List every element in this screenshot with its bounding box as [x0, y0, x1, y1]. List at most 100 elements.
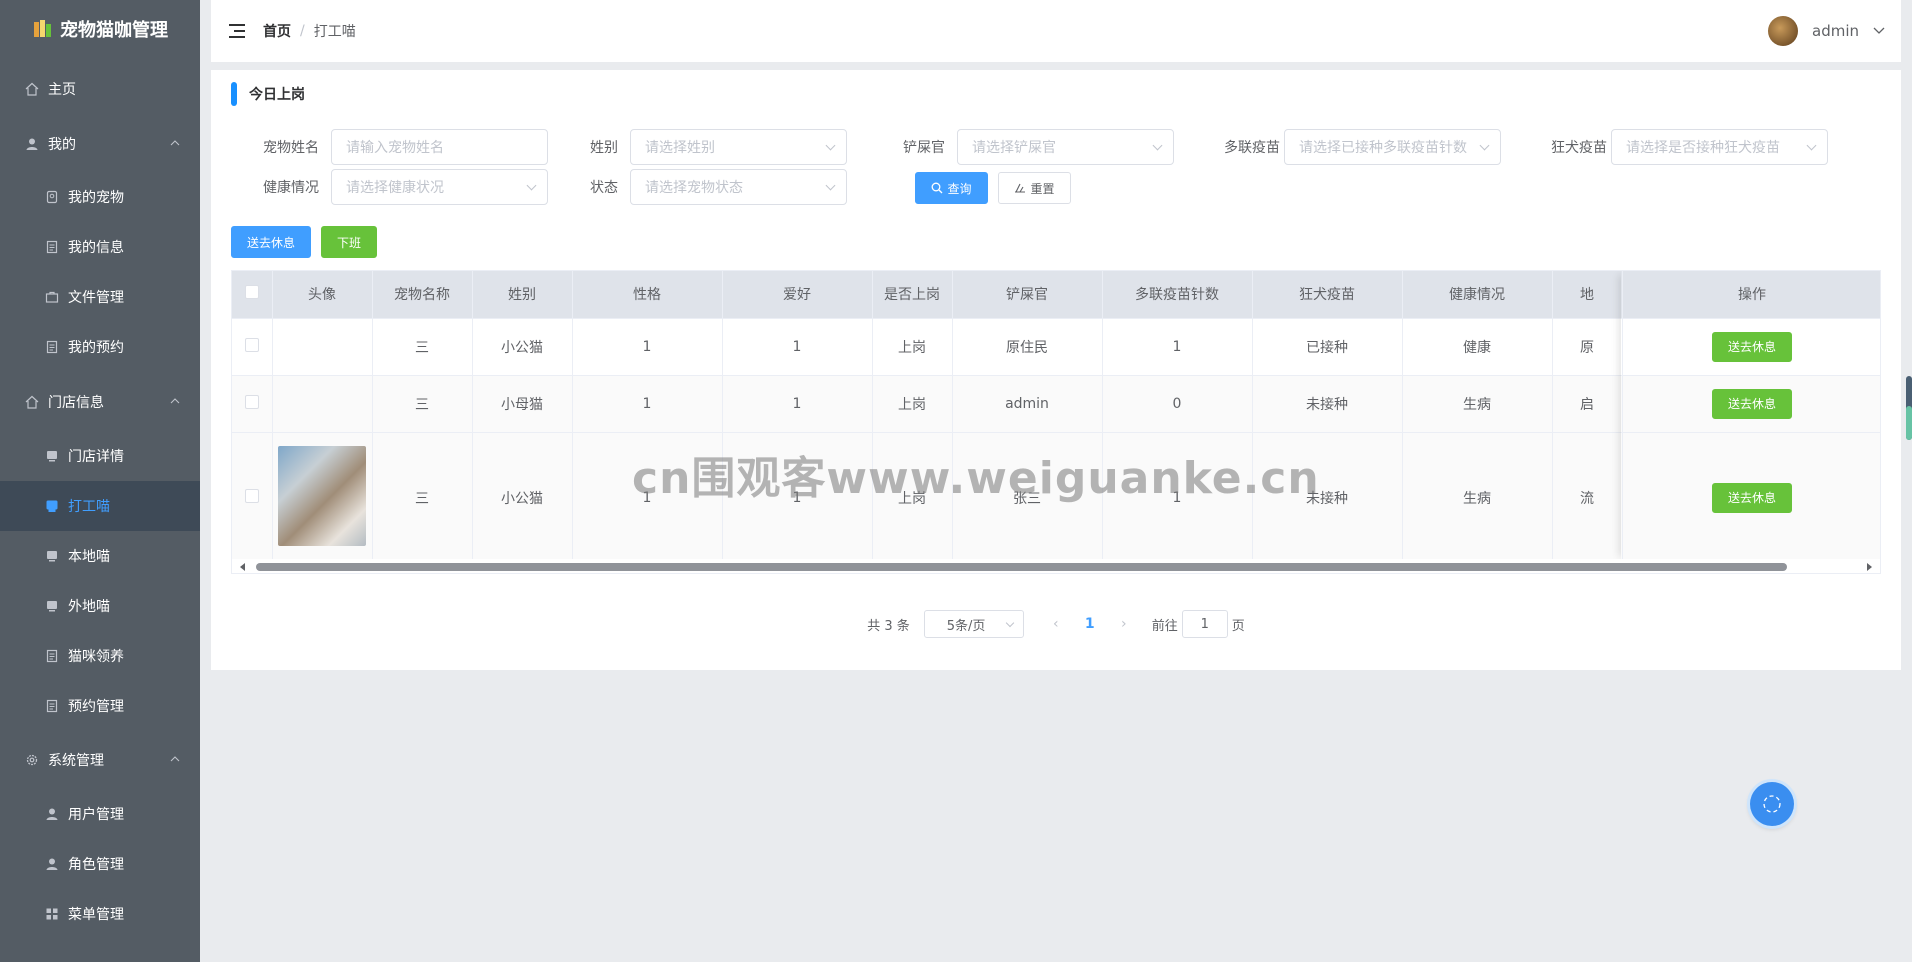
column-header: 健康情况 — [1402, 271, 1553, 319]
sidebar-item[interactable]: 菜单管理 — [0, 889, 200, 939]
cell-personality: 1 — [572, 318, 723, 376]
cell-rabies: 未接种 — [1252, 375, 1403, 433]
scroll-left-icon[interactable] — [240, 563, 245, 571]
query-button[interactable]: 查询 — [915, 172, 988, 204]
pet-name-input[interactable]: 请输入宠物姓名 — [331, 129, 548, 165]
avatar-cell — [272, 432, 373, 564]
owner-select[interactable]: 请选择铲屎官 — [957, 129, 1174, 165]
cell-gender: 小母猫 — [472, 375, 573, 433]
column-header: 姓别 — [472, 271, 573, 319]
goto-input[interactable]: 1 — [1181, 610, 1228, 638]
sidebar-item[interactable]: 打工喵 — [0, 481, 200, 531]
chevron-down-icon[interactable] — [1873, 23, 1885, 39]
reset-icon — [1015, 183, 1026, 193]
data-table: 头像 宠物名称 姓别 性格 爱好 是否上岗 铲屎官 多联疫苗针数 狂犬疫苗 健康情况地操作 三小公… — [231, 270, 1881, 574]
filter-gender: 姓别 请选择姓别 — [570, 129, 847, 165]
page-scrollbar[interactable] — [1906, 376, 1912, 440]
avatar[interactable] — [1768, 16, 1798, 46]
gender-select[interactable]: 请选择姓别 — [630, 129, 847, 165]
home-icon — [24, 394, 40, 410]
cell-on_duty: 上岗 — [872, 375, 953, 433]
multi-vaccine-select[interactable]: 请选择已接种多联疫苗针数 — [1284, 129, 1501, 165]
reset-button[interactable]: 重置 — [998, 172, 1071, 204]
briefcase-icon — [44, 289, 60, 305]
page-number[interactable]: 1 — [1070, 616, 1110, 632]
rabies-select[interactable]: 请选择是否接种狂犬疫苗 — [1611, 129, 1828, 165]
horizontal-scrollbar[interactable] — [232, 559, 1880, 573]
row-checkbox[interactable] — [244, 394, 259, 409]
sidebar-item[interactable]: 本地喵 — [0, 531, 200, 581]
sidebar-item[interactable]: 门店信息 — [0, 377, 200, 427]
cell-personality: 1 — [572, 375, 723, 433]
user-icon — [24, 136, 40, 152]
sidebar-item[interactable]: 角色管理 — [0, 839, 200, 889]
breadcrumb: 首页 / 打工喵 — [263, 21, 356, 41]
send-rest-row-button[interactable]: 送去休息 — [1712, 331, 1792, 362]
row-select-cell — [232, 375, 273, 433]
sidebar-item[interactable]: 系统管理 — [0, 735, 200, 785]
cell-on_duty: 上岗 — [872, 318, 953, 376]
user-menu[interactable]: admin — [1768, 0, 1885, 62]
scroll-right-icon[interactable] — [1867, 563, 1872, 571]
cell-name: 三 — [372, 318, 473, 376]
filter-label: 姓别 — [590, 140, 618, 156]
prev-page-icon[interactable]: ‹ — [1042, 616, 1070, 632]
filter-status: 状态 请选择宠物状态 — [570, 169, 847, 205]
monitor-icon — [44, 498, 60, 514]
monitor-icon — [44, 548, 60, 564]
scrollbar-thumb[interactable] — [256, 563, 1787, 571]
chevron-up-icon — [170, 395, 180, 406]
sidebar-item[interactable]: 门店详情 — [0, 431, 200, 481]
sidebar-item-label: 文件管理 — [68, 290, 124, 306]
status-select[interactable]: 请选择宠物状态 — [630, 169, 847, 205]
cell-origin: 流 — [1552, 432, 1623, 564]
floating-action-button[interactable] — [1750, 782, 1794, 826]
sidebar-item[interactable]: 预约管理 — [0, 681, 200, 731]
sidebar-item[interactable]: 我的预约 — [0, 322, 200, 372]
sidebar-item[interactable]: 文件管理 — [0, 272, 200, 322]
send-rest-row-button[interactable]: 送去休息 — [1712, 482, 1792, 513]
sidebar-item[interactable]: 我的 — [0, 119, 200, 169]
pet-icon — [44, 189, 60, 205]
sidebar-item[interactable]: 猫咪领养 — [0, 631, 200, 681]
main-card: 今日上岗 宠物姓名 请输入宠物姓名 姓别 请选择姓别 铲屎官 请选择铲屎官 多联… — [211, 70, 1901, 670]
off-duty-button[interactable]: 下班 — [321, 226, 377, 258]
cat-photo[interactable] — [278, 445, 366, 546]
app-logo[interactable]: 宠物猫咖管理 — [0, 0, 200, 58]
filter-pet-name: 宠物姓名 请输入宠物姓名 — [241, 129, 548, 165]
sidebar-item[interactable]: 主页 — [0, 64, 200, 114]
sidebar-item-label: 门店详情 — [68, 449, 124, 465]
pagination-total: 共 3 条 — [867, 618, 910, 634]
cell-hobby: 1 — [722, 318, 873, 376]
sidebar-item[interactable]: 我的信息 — [0, 222, 200, 272]
breadcrumb-home[interactable]: 首页 — [263, 21, 291, 41]
health-select[interactable]: 请选择健康状况 — [331, 169, 548, 205]
document-icon — [44, 698, 60, 714]
menu-toggle-icon[interactable] — [229, 24, 245, 38]
chevron-down-icon — [526, 180, 537, 191]
column-header: 宠物名称 — [372, 271, 473, 319]
next-page-icon[interactable]: › — [1110, 616, 1138, 632]
sidebar-item-label: 我的信息 — [68, 240, 124, 256]
sidebar-item[interactable]: 用户管理 — [0, 789, 200, 839]
sidebar-item-label: 角色管理 — [68, 857, 124, 873]
username[interactable]: admin — [1812, 22, 1859, 40]
sidebar-item-label: 外地喵 — [68, 599, 110, 615]
document-icon — [44, 339, 60, 355]
grid-icon — [44, 906, 60, 922]
send-rest-row-button[interactable]: 送去休息 — [1712, 388, 1792, 419]
filter-label: 铲屎官 — [903, 140, 945, 156]
select-all-checkbox[interactable] — [244, 285, 259, 300]
row-checkbox[interactable] — [244, 337, 259, 352]
document-icon — [44, 239, 60, 255]
table-row[interactable]: 三小公猫 1 1 上岗 原住民 1 已接种 健康原送去休息 — [232, 318, 1880, 376]
table-row[interactable]: 三小母猫 1 1 上岗 admin 0 未接种 生病启送去休息 — [232, 375, 1880, 433]
sidebar-item[interactable]: 我的宠物 — [0, 172, 200, 222]
column-header: 地 — [1552, 271, 1623, 319]
sidebar-item[interactable]: 外地喵 — [0, 581, 200, 631]
page-size-select[interactable]: 5条/页 — [923, 610, 1024, 638]
row-checkbox[interactable] — [244, 488, 259, 503]
send-rest-button[interactable]: 送去休息 — [231, 226, 311, 258]
sidebar-item-label: 系统管理 — [48, 753, 104, 769]
column-header: 性格 — [572, 271, 723, 319]
